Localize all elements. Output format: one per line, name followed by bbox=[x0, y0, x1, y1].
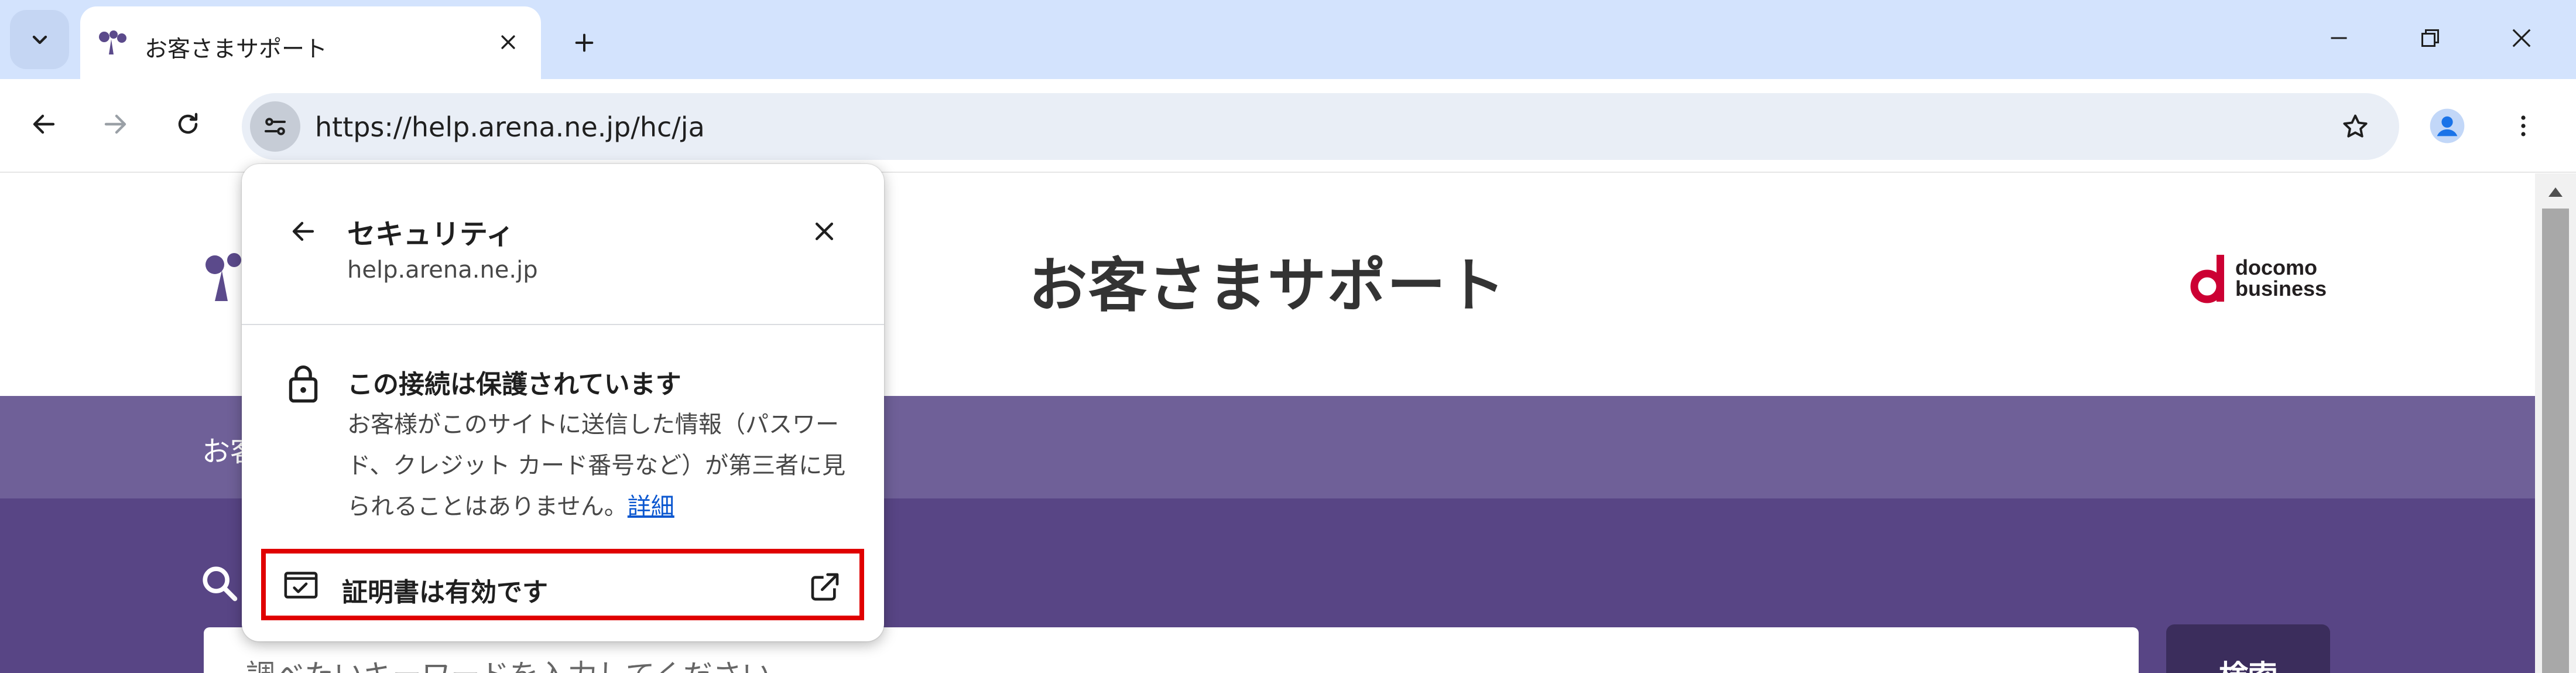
url-text[interactable]: https://help.arena.ne.jp/hc/ja bbox=[315, 111, 705, 143]
tune-icon bbox=[265, 118, 286, 135]
person-icon bbox=[2430, 108, 2465, 144]
browser-toolbar: https://help.arena.ne.jp/hc/ja bbox=[0, 79, 2576, 173]
restore-button[interactable] bbox=[2404, 18, 2457, 59]
plus-icon bbox=[575, 33, 594, 52]
connection-description-text: お客様がこのサイトに送信した情報（パスワード、クレジット カード番号など）が第三… bbox=[347, 411, 846, 520]
logo-text-business: business bbox=[2235, 276, 2327, 300]
connection-status-title: この接続は保護されています bbox=[347, 370, 681, 399]
reload-icon bbox=[178, 112, 198, 134]
certificate-label: 証明書は有効です bbox=[342, 578, 548, 607]
scroll-thumb[interactable] bbox=[2542, 209, 2569, 673]
details-link[interactable]: 詳細 bbox=[628, 493, 674, 520]
arena-logo-icon bbox=[99, 30, 126, 54]
tab-strip: お客さまサポート bbox=[0, 0, 2576, 79]
more-vert-icon bbox=[2521, 115, 2526, 136]
close-icon bbox=[2512, 29, 2531, 47]
site-info-button[interactable] bbox=[250, 101, 300, 152]
chevron-down-icon bbox=[32, 35, 47, 44]
lock-icon bbox=[283, 360, 324, 407]
tab-title: お客さまサポート bbox=[145, 36, 328, 63]
popup-divider bbox=[242, 324, 884, 325]
security-popup: セキュリティ help.arena.ne.jp この接続は保護されています お客… bbox=[242, 164, 884, 641]
search-icon bbox=[203, 566, 238, 602]
popup-title: セキュリティ bbox=[347, 218, 515, 251]
new-tab-button[interactable] bbox=[564, 22, 605, 63]
active-tab[interactable]: お客さまサポート bbox=[80, 6, 541, 79]
external-link-icon bbox=[804, 566, 845, 607]
minimize-button[interactable] bbox=[2313, 18, 2365, 59]
window-close-button[interactable] bbox=[2495, 18, 2548, 59]
certificate-valid-button[interactable]: 証明書は有効です bbox=[261, 549, 864, 620]
restore-icon bbox=[2421, 29, 2439, 47]
page-scrollbar[interactable] bbox=[2535, 173, 2576, 673]
reload-button[interactable] bbox=[162, 98, 214, 151]
search-placeholder: 調べたいキーワードを入力してください bbox=[246, 652, 771, 673]
popup-host: help.arena.ne.jp bbox=[347, 257, 538, 283]
logo-text-docomo: docomo bbox=[2235, 255, 2317, 279]
docomo-d-icon bbox=[2190, 255, 2224, 303]
tab-search-button[interactable] bbox=[10, 10, 69, 69]
search-button-label: 検索 bbox=[2166, 652, 2330, 673]
tab-close-button[interactable] bbox=[492, 26, 525, 59]
menu-button[interactable] bbox=[2500, 103, 2547, 149]
search-button[interactable]: 検索 bbox=[2166, 624, 2330, 673]
popup-close-button[interactable] bbox=[804, 211, 845, 252]
close-icon bbox=[501, 35, 515, 49]
star-icon bbox=[2343, 114, 2368, 138]
certificate-icon bbox=[283, 569, 318, 602]
forward-button[interactable] bbox=[89, 98, 142, 151]
close-icon bbox=[815, 222, 834, 241]
back-button[interactable] bbox=[18, 98, 70, 151]
bookmark-button[interactable] bbox=[2335, 106, 2376, 147]
address-bar[interactable]: https://help.arena.ne.jp/hc/ja bbox=[242, 93, 2399, 160]
arrow-left-icon bbox=[292, 221, 314, 241]
popup-back-button[interactable] bbox=[283, 211, 324, 252]
triangle-up-icon bbox=[2548, 187, 2563, 197]
scroll-up-button[interactable] bbox=[2545, 182, 2566, 203]
profile-button[interactable] bbox=[2424, 103, 2471, 149]
arrow-right-icon bbox=[104, 114, 126, 134]
connection-description: お客様がこのサイトに送信した情報（パスワード、クレジット カード番号など）が第三… bbox=[347, 404, 857, 527]
docomo-business-logo[interactable]: docomo business bbox=[2190, 252, 2330, 305]
arrow-left-icon bbox=[33, 114, 55, 134]
minimize-icon bbox=[2331, 37, 2347, 39]
